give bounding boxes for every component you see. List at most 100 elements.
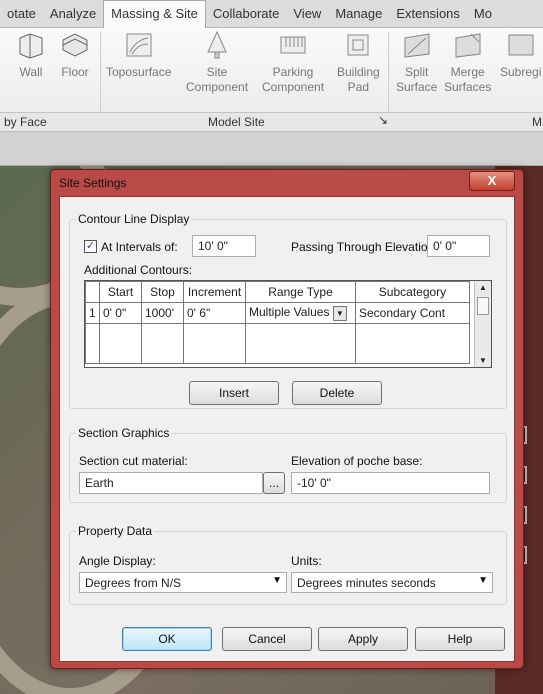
panel-by-face-label: by Face [4, 115, 47, 129]
toposurface-icon [126, 33, 152, 57]
building-pad-label-1: Building [337, 65, 380, 79]
wall-by-face-button[interactable]: Wall [16, 30, 46, 80]
additional-contours-label: Additional Contours: [84, 263, 193, 277]
poche-base-input[interactable]: -10' 0" [291, 472, 490, 494]
site-component-label-2: Component [186, 80, 249, 94]
contour-group-title: Contour Line Display [76, 212, 192, 226]
at-intervals-checkbox[interactable]: ✓ [84, 240, 97, 253]
cancel-button[interactable]: Cancel [222, 627, 312, 651]
split-surface-label-2: Surface [396, 80, 438, 94]
table-header-row: Start Stop Increment Range Type Subcateg… [85, 281, 470, 303]
parking-component-button[interactable]: Parking Component [262, 30, 324, 95]
section-graphics-group: Section Graphics Section cut material: E… [69, 426, 507, 503]
merge-surfaces-button[interactable]: Merge Surfaces [444, 30, 491, 95]
range-type-dropdown-icon[interactable]: ▼ [332, 305, 347, 321]
ribbon-separator [100, 32, 101, 112]
subregion-button[interactable]: Subregi [500, 30, 541, 80]
ribbon-panel-labels: by Face Model Site ↘ M [0, 113, 543, 132]
units-value: Degrees minutes seconds [297, 576, 436, 590]
toposurface-button[interactable]: Toposurface [106, 30, 171, 80]
section-group-title: Section Graphics [76, 426, 172, 440]
split-surface-label-1: Split [405, 65, 429, 79]
poche-base-label: Elevation of poche base: [291, 454, 423, 468]
subregion-label: Subregi [500, 65, 542, 79]
tree-icon [207, 30, 227, 59]
merge-surfaces-label-2: Surfaces [444, 80, 492, 94]
scroll-thumb[interactable] [477, 297, 489, 315]
tab-massing-site[interactable]: Massing & Site [103, 0, 206, 28]
subregion-icon [508, 34, 534, 56]
interval-input[interactable]: 10' 0" [192, 235, 256, 257]
merge-surfaces-icon [455, 33, 481, 58]
table-header-index [85, 281, 100, 303]
split-surface-icon [404, 33, 430, 58]
split-surface-button[interactable]: Split Surface [396, 30, 437, 95]
tab-modify[interactable]: Mo [467, 1, 499, 27]
floor-by-face-button[interactable]: Floor [60, 30, 90, 80]
panel-modify-label: M [532, 115, 542, 129]
cell-start[interactable]: 0' 0" [99, 302, 142, 324]
units-label: Units: [291, 554, 322, 568]
table-row[interactable]: 1 0' 0" 1000' 0' 6" Multiple Values ▼ Se… [85, 302, 470, 324]
at-intervals-label: At Intervals of: [101, 240, 178, 254]
table-header-start: Start [99, 281, 142, 303]
table-scrollbar[interactable]: ▲ ▼ [474, 281, 491, 367]
angle-display-value: Degrees from N/S [85, 576, 182, 590]
tab-view[interactable]: View [286, 1, 328, 27]
floor-label: Floor [61, 65, 89, 79]
site-settings-dialog: Site Settings X Contour Line Display ✓ A… [50, 169, 524, 669]
insert-button[interactable]: Insert [189, 381, 279, 405]
angle-display-select[interactable]: Degrees from N/S ▼ [79, 572, 287, 593]
wall-label: Wall [19, 65, 43, 79]
table-header-increment: Increment [183, 281, 246, 303]
tab-extensions[interactable]: Extensions [389, 1, 467, 27]
ok-button[interactable]: OK [122, 627, 212, 651]
angle-display-label: Angle Display: [79, 554, 156, 568]
parking-component-label-1: Parking [272, 65, 314, 79]
wall-by-face-icon [19, 33, 43, 59]
passing-elevation-input[interactable]: 0' 0" [427, 235, 490, 257]
browse-material-button[interactable]: ... [263, 472, 285, 494]
scroll-up-icon[interactable]: ▲ [479, 283, 487, 292]
cell-index: 1 [85, 302, 100, 324]
tab-analyze[interactable]: Analyze [43, 1, 103, 27]
site-component-button[interactable]: Site Component [186, 30, 248, 95]
parking-icon [280, 36, 306, 54]
contour-line-group: Contour Line Display ✓ At Intervals of: … [69, 212, 507, 409]
property-group-title: Property Data [76, 524, 155, 538]
tab-collaborate[interactable]: Collaborate [206, 1, 287, 27]
section-cut-label: Section cut material: [79, 454, 188, 468]
cell-stop[interactable]: 1000' [141, 302, 184, 324]
site-component-label-1: Site [206, 65, 228, 79]
scroll-down-icon[interactable]: ▼ [479, 356, 487, 365]
apply-button[interactable]: Apply [318, 627, 408, 651]
contours-table[interactable]: Start Stop Increment Range Type Subcateg… [84, 280, 492, 368]
help-button[interactable]: Help [415, 627, 505, 651]
ribbon-panel: Wall Floor Toposurface Site Component Pa… [0, 28, 543, 113]
building-pad-label-2: Pad [347, 80, 370, 94]
chevron-down-icon: ▼ [478, 575, 488, 586]
property-data-group: Property Data Angle Display: Degrees fro… [69, 524, 507, 605]
table-header-stop: Stop [141, 281, 184, 303]
section-cut-input[interactable]: Earth [79, 472, 263, 494]
tab-rotate[interactable]: otate [0, 1, 43, 27]
dialog-body: Contour Line Display ✓ At Intervals of: … [59, 196, 515, 662]
ribbon-tabs: otate Analyze Massing & Site Collaborate… [0, 0, 543, 28]
cell-increment[interactable]: 0' 6" [183, 302, 246, 324]
chevron-down-icon: ▼ [272, 575, 282, 586]
parking-component-label-2: Component [262, 80, 325, 94]
cell-range-type[interactable]: Multiple Values ▼ [245, 302, 356, 324]
dialog-title: Site Settings [59, 176, 127, 190]
table-row-empty[interactable] [85, 323, 470, 364]
units-select[interactable]: Degrees minutes seconds ▼ [291, 572, 493, 593]
panel-expand-arrow-icon[interactable]: ↘ [378, 113, 388, 127]
tab-manage[interactable]: Manage [328, 1, 389, 27]
toposurface-label: Toposurface [106, 65, 172, 79]
delete-button[interactable]: Delete [292, 381, 382, 405]
close-button[interactable]: X [469, 171, 515, 191]
table-header-subcategory: Subcategory [355, 281, 470, 303]
table-header-range-type: Range Type [245, 281, 356, 303]
cell-subcategory[interactable]: Secondary Cont [355, 302, 470, 324]
building-pad-button[interactable]: Building Pad [337, 30, 380, 95]
range-type-value: Multiple Values [249, 305, 330, 320]
